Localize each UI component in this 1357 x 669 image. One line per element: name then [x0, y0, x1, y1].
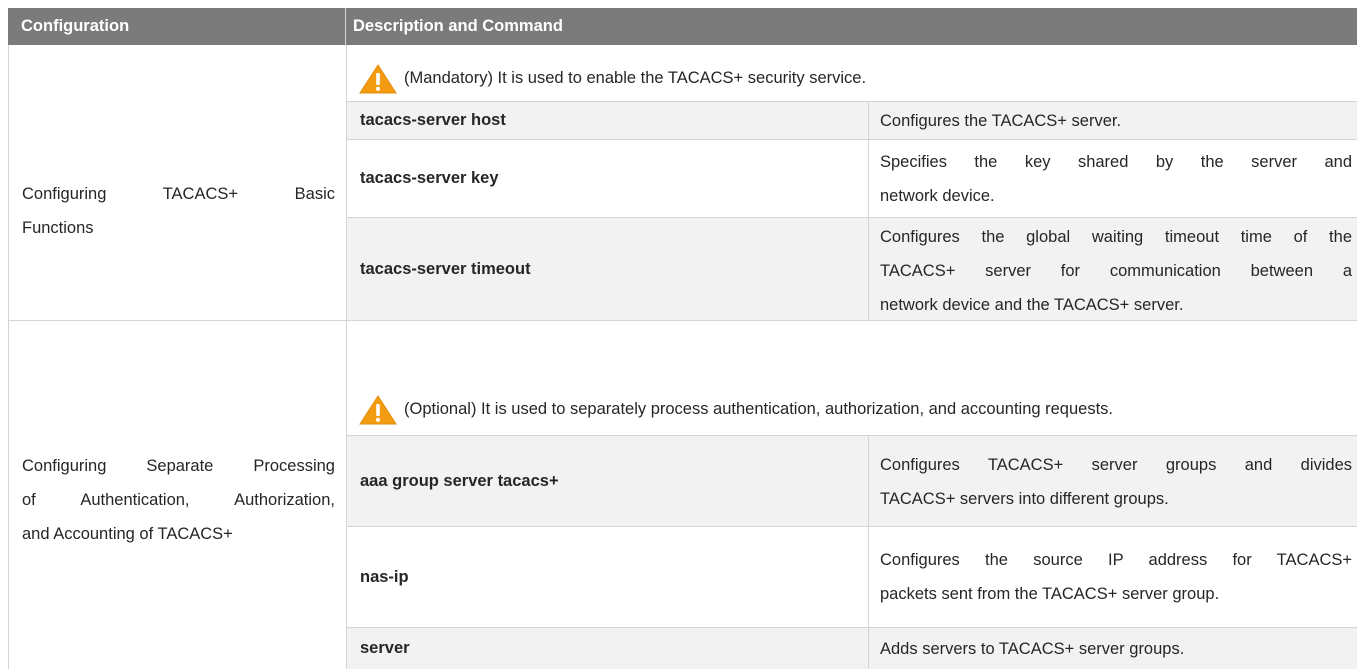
grid-line: [868, 102, 869, 320]
description-line: Specifies the key shared by the server a…: [880, 153, 1352, 171]
config-line: of Authentication, Authorization,: [22, 491, 335, 509]
description-line: Configures the global waiting timeout ti…: [880, 228, 1352, 246]
description-line: TACACS+ servers into different groups.: [880, 490, 1169, 508]
description-line: Adds servers to TACACS+ server groups.: [880, 639, 1185, 658]
config-line: Functions: [22, 219, 94, 237]
description-cell: Configures the global waiting timeout ti…: [880, 220, 1352, 322]
note-row: (Optional) It is used to separately proc…: [358, 391, 1113, 428]
description-cell: Configures the TACACS+ server.: [880, 102, 1352, 139]
description-cell: Specifies the key shared by the server a…: [880, 145, 1352, 213]
header-divider: [345, 8, 346, 45]
grid-line: [868, 436, 869, 669]
description-cell: Adds servers to TACACS+ server groups.: [880, 628, 1352, 669]
description-line: network device.: [880, 187, 995, 205]
config-line: Configuring TACACS+ Basic: [22, 185, 335, 203]
description-line: Configures the source IP address for TAC…: [880, 551, 1352, 569]
warning-triangle-icon: [359, 63, 397, 93]
command-cell: nas-ip: [360, 567, 409, 586]
command-cell: tacacs-server timeout: [360, 259, 531, 278]
header-configuration: Configuration: [21, 17, 130, 35]
note-text: (Mandatory) It is used to enable the TAC…: [404, 69, 867, 87]
config-cell: Configuring Separate Processing of Authe…: [22, 449, 335, 551]
warning-triangle-icon: [359, 394, 397, 424]
note-row: (Mandatory) It is used to enable the TAC…: [358, 60, 866, 97]
description-line: packets sent from the TACACS+ server gro…: [880, 585, 1220, 603]
config-line: Configuring Separate Processing: [22, 457, 335, 475]
description-line: TACACS+ server for communication between…: [880, 262, 1352, 280]
config-table: Configuration Description and Command Co…: [0, 0, 1357, 669]
description-cell: Configures TACACS+ server groups and div…: [880, 448, 1352, 516]
command-cell: server: [360, 639, 410, 657]
config-line: and Accounting of TACACS+: [22, 525, 233, 543]
config-cell: Configuring TACACS+ Basic Functions: [22, 177, 335, 245]
command-cell: aaa group server tacacs+: [360, 471, 559, 490]
table-header: Configuration Description and Command: [8, 8, 1357, 45]
header-description: Description and Command: [353, 17, 563, 35]
description-cell: Configures the source IP address for TAC…: [880, 543, 1352, 611]
description-line: Configures the TACACS+ server.: [880, 111, 1122, 130]
note-text: (Optional) It is used to separately proc…: [404, 400, 1114, 418]
description-line: network device and the TACACS+ server.: [880, 296, 1184, 314]
description-line: Configures TACACS+ server groups and div…: [880, 456, 1352, 474]
grid-line: [8, 45, 9, 669]
command-cell: tacacs-server key: [360, 169, 499, 187]
command-cell: tacacs-server host: [360, 111, 506, 129]
